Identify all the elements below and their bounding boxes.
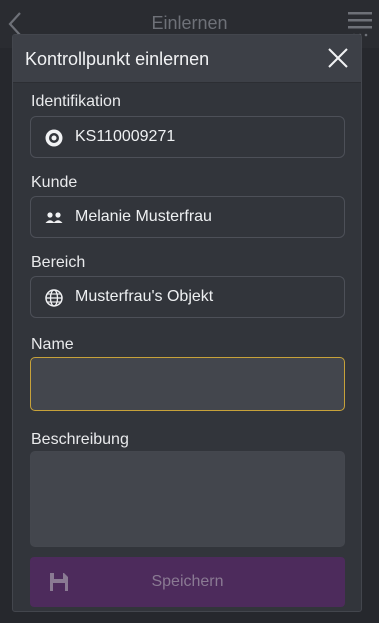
identification-field: KS110009271	[30, 116, 345, 158]
close-icon[interactable]	[325, 45, 351, 71]
target-icon	[45, 129, 63, 147]
description-label: Beschreibung	[31, 431, 129, 448]
users-icon	[45, 212, 63, 223]
dialog-title: Kontrollpunkt einlernen	[25, 49, 210, 69]
description-textarea[interactable]	[30, 451, 345, 547]
identification-label: Identifikation	[31, 93, 121, 110]
name-input[interactable]	[30, 357, 345, 411]
dialog-header: Kontrollpunkt einlernen	[13, 35, 361, 83]
name-label: Name	[31, 336, 74, 353]
teach-checkpoint-dialog: Kontrollpunkt einlernen Identifikation K…	[12, 34, 362, 612]
customer-value: Melanie Musterfrau	[75, 208, 212, 225]
area-label: Bereich	[31, 254, 86, 271]
area-field: Musterfrau's Objekt	[30, 276, 345, 318]
area-value: Musterfrau's Objekt	[75, 288, 214, 305]
save-button-label: Speichern	[151, 573, 224, 590]
identification-value: KS110009271	[75, 128, 176, 145]
customer-field: Melanie Musterfrau	[30, 196, 345, 238]
save-button[interactable]: Speichern	[30, 557, 345, 607]
customer-label: Kunde	[31, 174, 78, 191]
app-bar-title: Einlernen	[151, 13, 228, 33]
globe-icon	[45, 289, 63, 307]
